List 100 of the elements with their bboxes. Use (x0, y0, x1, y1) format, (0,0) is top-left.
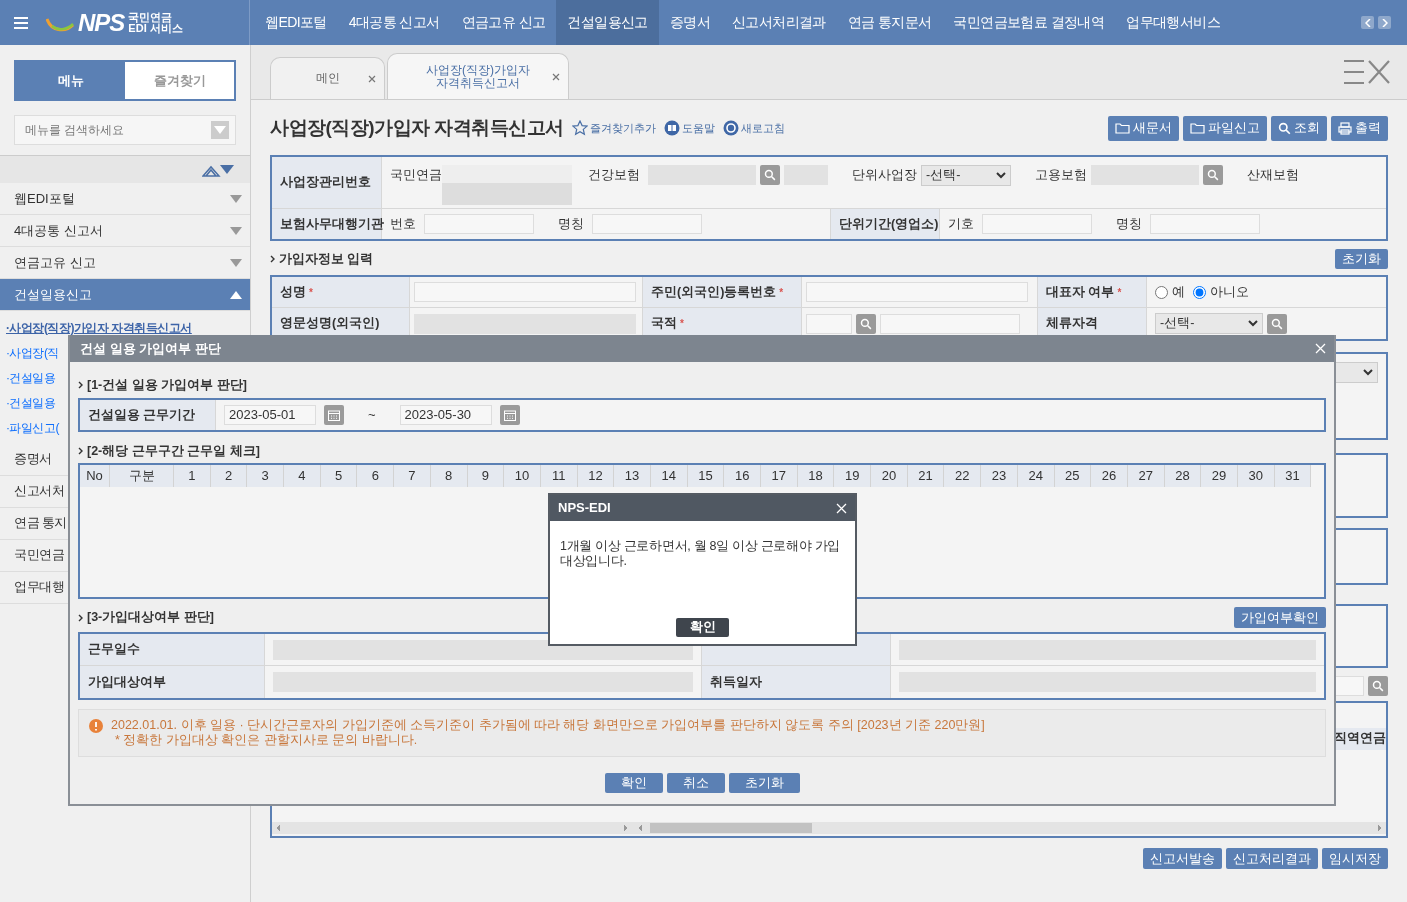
input-field[interactable] (806, 282, 1028, 302)
column-header: 21 (907, 465, 945, 487)
column-header: 23 (981, 465, 1018, 487)
dropdown-button[interactable] (211, 121, 229, 139)
close-icon[interactable] (368, 74, 376, 83)
select-field[interactable]: -선택- (921, 165, 1011, 186)
nav-link[interactable]: 업무대행서비스 (1115, 0, 1231, 45)
sidebar-item-label: 연금고유 신고 (14, 253, 96, 272)
next-arrow-icon[interactable] (1378, 16, 1391, 29)
action-button[interactable]: 신고처리결과 (1226, 848, 1318, 869)
field-label: 단위사업장 (851, 166, 918, 184)
radio-button[interactable] (1193, 285, 1206, 299)
nav-link[interactable]: 신고서처리결과 (720, 0, 837, 45)
dialog-button[interactable]: 확인 (604, 773, 663, 793)
input-field[interactable] (424, 214, 534, 234)
input-field[interactable] (880, 313, 1020, 334)
search-button[interactable] (760, 165, 780, 185)
select-value: -선택- (926, 167, 961, 185)
column-header: 24 (1017, 465, 1055, 487)
document-tab[interactable]: 메인 (270, 57, 385, 99)
field-label: 국민연금 (389, 166, 442, 184)
input-field[interactable] (1150, 214, 1260, 234)
add-favorite-link[interactable]: 즐겨찾기추가 (571, 119, 656, 137)
column-header: 구분 (110, 465, 174, 487)
section-title: [2-해당 근무구간 근무일 체크] (87, 442, 260, 460)
collapse-expand-icon[interactable] (202, 162, 236, 177)
search-field[interactable]: 메뉴를 검색하세요 (14, 115, 236, 145)
column-header: 31 (1274, 465, 1312, 487)
nav-link[interactable]: 건설일용신고 (556, 0, 659, 45)
nav-link[interactable]: 웹EDI포털 (254, 0, 338, 45)
column-header: 5 (320, 465, 358, 487)
column-header: 22 (944, 465, 982, 487)
column-header: 8 (430, 465, 468, 487)
toolbar-button[interactable]: 새문서 (1108, 115, 1179, 141)
input-field[interactable] (414, 313, 636, 334)
nav-link[interactable]: 연금고유 신고 (450, 0, 557, 45)
logo-subtitle: EDI 서비스 (128, 22, 183, 34)
date-field[interactable]: 2023-05-01 (224, 405, 316, 425)
input-field[interactable] (414, 282, 636, 302)
input-field[interactable] (982, 214, 1092, 234)
column-header: 14 (650, 465, 688, 487)
nav-link[interactable]: 4대공통 신고서 (337, 0, 451, 45)
refresh-icon (722, 120, 739, 136)
date-field[interactable]: 2023-05-30 (399, 405, 492, 425)
column-header: 직역연금 (1334, 729, 1386, 747)
column-header: 10 (504, 465, 541, 487)
label-text: 영문성명(외국인) (280, 315, 380, 333)
calendar-button[interactable] (324, 405, 344, 425)
column-header: 19 (834, 465, 872, 487)
previous-arrow-icon[interactable] (1361, 16, 1374, 29)
ok-button[interactable]: 확인 (676, 618, 729, 637)
label-text: 가입대상여부 (88, 673, 166, 691)
reset-button[interactable]: 초기화 (1335, 249, 1388, 269)
document-tab[interactable]: 사업장(직장)가입자 자격취득신고서 (387, 53, 569, 99)
horizontal-scrollbar[interactable] (272, 822, 1386, 834)
check-button[interactable]: 가입여부확인 (1234, 607, 1326, 628)
action-button[interactable]: 신고서발송 (1143, 848, 1222, 869)
toolbar-button[interactable]: 파일신고 (1183, 115, 1267, 141)
sidebar-tab[interactable]: 즐겨찾기 (125, 62, 234, 99)
chevron-down-icon (1248, 320, 1258, 327)
triangle-down-icon (214, 126, 226, 134)
radio-label: 아니오 (1210, 283, 1249, 302)
sidebar-tab[interactable]: 메뉴 (16, 62, 125, 99)
chevron-right-icon (78, 613, 83, 622)
input-field[interactable] (806, 313, 852, 334)
sidebar-item[interactable]: 건설일용신고 (0, 279, 250, 311)
help-link[interactable]: 도움말 (663, 119, 715, 137)
sidebar-item[interactable]: 4대공통 신고서 (0, 215, 250, 247)
dialog-button[interactable]: 취소 (666, 773, 725, 793)
page-title: 사업장(직장)가입자 자격취득신고서 (270, 115, 564, 140)
search-button[interactable] (1368, 676, 1388, 696)
select-field[interactable]: -선택- (1155, 313, 1263, 334)
column-header: 3 (247, 465, 285, 487)
folder-icon (1115, 122, 1130, 134)
nav-link[interactable]: 증명서 (658, 0, 721, 45)
nav-link[interactable]: 국민연금보험료 결정내역 (942, 0, 1116, 45)
search-button[interactable] (1203, 165, 1223, 185)
radio-label: 예 (1172, 283, 1185, 302)
input-field[interactable] (592, 214, 702, 234)
search-button[interactable] (856, 313, 876, 334)
radio-button[interactable] (1155, 285, 1168, 299)
chevron-right-icon (78, 381, 83, 389)
sidebar-item[interactable]: 웹EDI포털 (0, 183, 250, 215)
sidebar-item-label: 건설일용신고 (14, 285, 92, 304)
column-header: 17 (761, 465, 798, 487)
toolbar-button[interactable]: 조회 (1271, 115, 1327, 141)
menu-close-icon[interactable] (1343, 59, 1391, 85)
calendar-button[interactable] (499, 405, 520, 425)
column-header: 28 (1164, 465, 1202, 487)
label-text: 건설일용 근무기간 (88, 406, 196, 424)
action-button[interactable]: 임시저장 (1322, 848, 1388, 869)
close-icon[interactable] (552, 72, 560, 81)
field-label: 명칭 (1115, 215, 1143, 234)
chevron-down-icon (1363, 369, 1373, 376)
dialog-title: 건설 일용 가입여부 판단 (80, 339, 221, 358)
search-button[interactable] (1267, 313, 1287, 334)
refresh-link[interactable]: 새로고침 (722, 119, 785, 137)
dialog-button[interactable]: 초기화 (728, 773, 800, 793)
toolbar-button[interactable]: 출력 (1331, 115, 1388, 141)
nav-link[interactable]: 연금 통지문서 (836, 0, 943, 45)
